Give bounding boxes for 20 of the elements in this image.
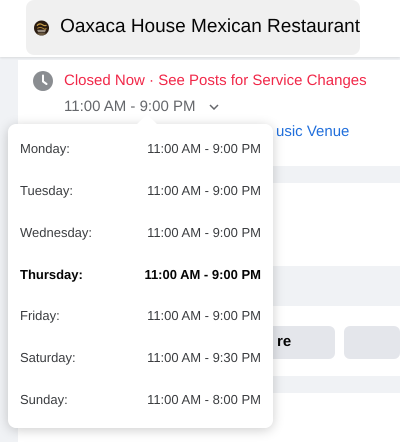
- hours-text: 11:00 AM - 9:00 PM: [144, 266, 261, 284]
- hours-text: 11:00 AM - 9:00 PM: [147, 307, 261, 326]
- day-label: Tuesday:: [20, 182, 73, 200]
- day-label: Saturday:: [20, 349, 76, 368]
- day-label: Thursday:: [20, 266, 83, 284]
- day-label: Wednesday:: [20, 224, 92, 242]
- hours-text: 11:00 AM - 8:00 PM: [147, 390, 261, 409]
- chevron-icon[interactable]: [209, 104, 220, 110]
- hours-text: 11:00 AM - 9:30 PM: [147, 349, 261, 368]
- day-label: Monday:: [20, 140, 70, 158]
- hours-text: 11:00 AM - 9:00 PM: [147, 224, 261, 242]
- clock-icon: [33, 71, 53, 91]
- day-label: Sunday:: [20, 390, 68, 409]
- day-label: Friday:: [20, 307, 60, 326]
- status-text: Closed Now · See Posts for Service Changes: [64, 71, 367, 91]
- hours-text: 11:00 AM - 9:00 PM: [147, 182, 261, 200]
- category-link[interactable]: usic Venue: [276, 121, 350, 144]
- page-title: Oaxaca House Mexican Restaurant: [60, 15, 360, 40]
- hours-text: 11:00 AM - 9:00 PM: [147, 140, 261, 158]
- hours-text: 11:00 AM - 9:00 PM: [64, 96, 196, 116]
